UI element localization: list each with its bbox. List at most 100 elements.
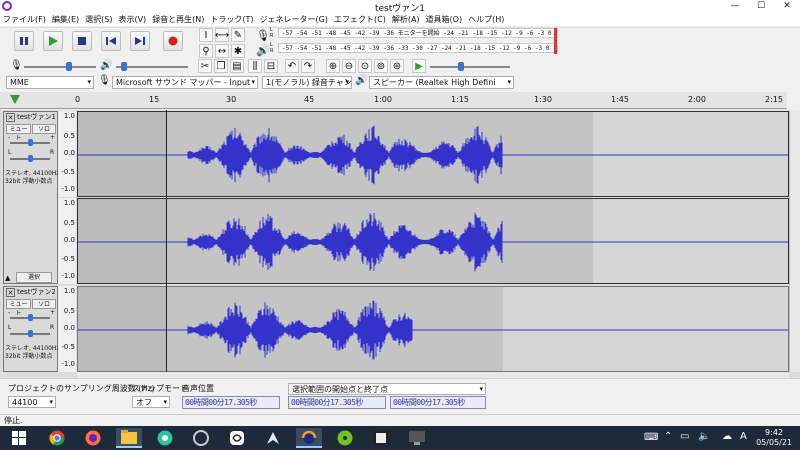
menu-transport[interactable]: 録音と再生(N) <box>149 14 207 25</box>
gain-slider-thumb[interactable] <box>28 139 33 146</box>
playback-meter[interactable]: -57 -54 -51 -48 -45 -42 -39 -36 -33 -30 … <box>278 43 558 53</box>
app-taskbar-button[interactable] <box>260 428 286 448</box>
play-speed-thumb[interactable] <box>458 62 464 71</box>
audio-position-field[interactable]: 00時間00分17.305秒 <box>182 396 280 409</box>
play-head-triangle-icon[interactable] <box>10 95 20 105</box>
waveform-channel-right[interactable] <box>77 198 789 284</box>
output-device-select[interactable]: スピーカー (Realtek High Defini ▾ <box>369 76 514 89</box>
menu-tracks[interactable]: トラック(T) <box>207 14 256 25</box>
cut-button[interactable]: ✂ <box>198 59 212 73</box>
selection-start-field[interactable]: 00時間00分17.305秒 <box>288 396 386 409</box>
record-meter[interactable]: -57 -54 -51 -48 -45 -42 -39 -36 モニターを開始 … <box>278 28 558 38</box>
gain-slider-thumb[interactable] <box>28 314 33 321</box>
zoom-out-button[interactable]: ⊖ <box>342 59 356 73</box>
copy-button[interactable]: ❐ <box>214 59 228 73</box>
zoom-in-button[interactable]: ⊕ <box>326 59 340 73</box>
app-taskbar-button[interactable] <box>368 428 394 448</box>
vertical-scrollbar[interactable] <box>789 110 800 372</box>
mute-button[interactable]: ミュート <box>6 299 31 317</box>
ime-mode-indicator[interactable]: A <box>740 431 747 442</box>
zoom-tool-button[interactable]: ⚲ <box>199 44 213 58</box>
play-at-speed-button[interactable]: ▶ <box>412 59 426 73</box>
recording-volume-slider[interactable] <box>24 66 96 68</box>
system-clock[interactable]: 9:42 05/05/21 <box>756 428 792 448</box>
solo-button[interactable]: ソロ <box>32 299 56 309</box>
app-taskbar-button[interactable] <box>188 428 214 448</box>
audacity-taskbar-button[interactable] <box>296 428 322 448</box>
pan-slider-thumb[interactable] <box>28 155 33 162</box>
menu-file[interactable]: ファイル(F) <box>0 14 49 25</box>
stop-button[interactable] <box>72 31 92 51</box>
audio-host-select[interactable]: MME ▾ <box>6 76 94 89</box>
menu-analyze[interactable]: 解析(A) <box>389 14 423 25</box>
maximize-button[interactable]: ☐ <box>748 0 774 12</box>
multi-tool-button[interactable]: ✱ <box>231 44 245 58</box>
track-name-menu[interactable]: testヴァン1 <box>17 113 55 122</box>
menu-view[interactable]: 表示(V) <box>115 14 149 25</box>
play-speed-slider[interactable] <box>430 66 510 68</box>
network-icon[interactable]: ▭ <box>680 431 689 442</box>
app-taskbar-button[interactable] <box>404 428 430 448</box>
record-button[interactable] <box>163 31 183 51</box>
select-track-button[interactable]: 選択 <box>16 272 52 283</box>
waveform-channel-left[interactable] <box>77 111 789 197</box>
solo-button[interactable]: ソロ <box>32 124 56 134</box>
zoom-toggle-button[interactable]: ⊛ <box>390 59 404 73</box>
speaker-icon[interactable]: 🔊 <box>256 44 270 57</box>
waveform-channel[interactable] <box>77 286 789 372</box>
skip-to-start-button[interactable] <box>101 31 121 51</box>
pause-button[interactable] <box>14 31 34 51</box>
silence-button[interactable]: ⊟ <box>264 59 278 73</box>
windows-start-button[interactable] <box>6 428 32 448</box>
menu-select[interactable]: 選択(S) <box>82 14 115 25</box>
chrome-taskbar-button[interactable] <box>44 428 70 448</box>
minimize-button[interactable]: — <box>722 0 748 12</box>
close-button[interactable]: ✕ <box>774 0 800 12</box>
collapse-track-icon[interactable]: ▲ <box>5 274 10 282</box>
file-explorer-taskbar-button[interactable] <box>116 428 142 448</box>
snap-mode-select[interactable]: オフ ▾ <box>132 396 170 408</box>
selection-tool-button[interactable]: I <box>199 28 213 42</box>
mute-button[interactable]: ミュート <box>6 124 31 142</box>
microphone-icon[interactable]: 🎙 <box>256 29 270 42</box>
app-taskbar-button[interactable] <box>332 428 358 448</box>
close-track-button[interactable]: ✕ <box>6 113 15 122</box>
paste-button[interactable]: ▤ <box>230 59 244 73</box>
volume-icon[interactable]: 🔈 <box>698 431 710 442</box>
trim-button[interactable]: ⫼ <box>248 59 262 73</box>
undo-button[interactable]: ↶ <box>285 59 299 73</box>
play-button[interactable] <box>43 31 63 51</box>
project-rate-select[interactable]: 44100 ▾ <box>8 396 56 408</box>
clip-indicator <box>554 28 557 54</box>
app-taskbar-button[interactable] <box>224 428 250 448</box>
zoom-out-icon: ⊖ <box>344 60 354 72</box>
selection-mode-select[interactable]: 選択範囲の開始点と終了点 ▾ <box>288 383 486 395</box>
recording-volume-thumb[interactable] <box>66 62 72 71</box>
chevron-up-icon[interactable]: ⌃ <box>664 431 672 442</box>
input-device-select[interactable]: Microsoft サウンド マッパー - Input ▾ <box>112 76 258 89</box>
pan-slider-thumb[interactable] <box>28 330 33 337</box>
fit-selection-button[interactable]: ⊙ <box>358 59 372 73</box>
asterisk-icon: ✱ <box>233 45 243 57</box>
track-name-menu[interactable]: testヴァン2 <box>17 288 55 297</box>
menu-generate[interactable]: ジェネレーター(G) <box>257 14 331 25</box>
timeshift-tool-button[interactable]: ↔ <box>215 44 229 58</box>
selection-end-field[interactable]: 00時間00分17.305秒 <box>390 396 486 409</box>
onedrive-icon[interactable]: ☁ <box>722 431 732 442</box>
close-track-button[interactable]: ✕ <box>6 288 15 297</box>
draw-tool-button[interactable]: ✎ <box>231 28 245 42</box>
firefox-taskbar-button[interactable] <box>80 428 106 448</box>
redo-button[interactable]: ↷ <box>301 59 315 73</box>
app-taskbar-button[interactable] <box>152 428 178 448</box>
fit-project-button[interactable]: ⊚ <box>374 59 388 73</box>
timeline-ruler[interactable]: 0 15 30 45 1:00 1:15 1:30 1:45 2:00 2:15 <box>75 92 787 109</box>
skip-to-end-button[interactable] <box>130 31 150 51</box>
playback-volume-thumb[interactable] <box>121 62 127 71</box>
menu-effect[interactable]: エフェクト(C) <box>331 14 389 25</box>
menu-edit[interactable]: 編集(E) <box>49 14 82 25</box>
envelope-tool-button[interactable]: ⟷ <box>215 28 229 42</box>
menu-help[interactable]: ヘルプ(H) <box>465 14 507 25</box>
keyboard-icon[interactable]: ⌨ <box>644 432 658 443</box>
input-channels-select[interactable]: 1(モノラル) 録音チャンネル▾ <box>262 76 352 89</box>
menu-tools[interactable]: 道具箱(O) <box>423 14 466 25</box>
